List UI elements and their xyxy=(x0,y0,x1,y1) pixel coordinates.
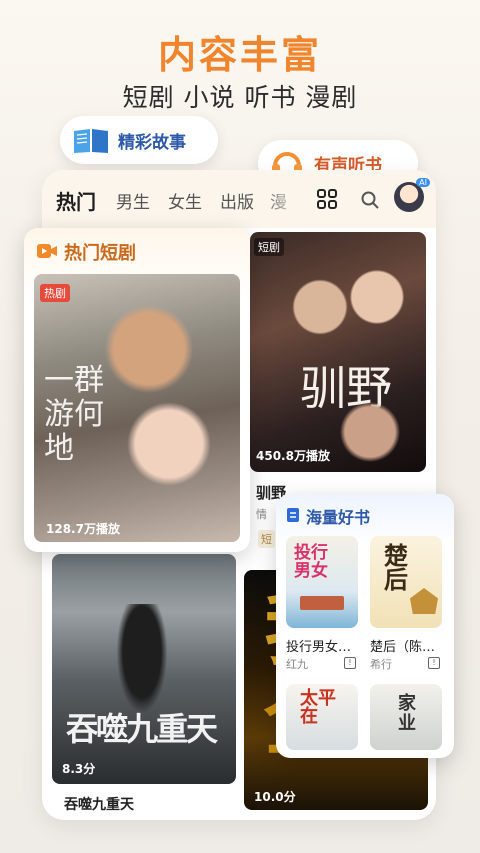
book-cover-1[interactable]: 投行 男女 xyxy=(286,536,358,628)
book-author-1: 红九 xyxy=(286,658,308,671)
hot-drama-title: 热门短剧 xyxy=(64,243,136,264)
tab-male[interactable]: 男生 xyxy=(116,188,150,213)
featured-tag: 热剧 xyxy=(40,284,70,302)
book-icon xyxy=(74,129,108,153)
books-card: 海量好书 投行 男女 投行男女… 红九 ! 楚后 楚后（陈… 希行 ! 太平在 家… xyxy=(276,494,454,758)
drama-poster-tunshi[interactable]: 吞噬九重天 8.3分 xyxy=(52,554,236,784)
drama-title-2: 吞噬九重天 xyxy=(64,797,134,813)
score-3: 10.0分 xyxy=(254,790,296,804)
featured-drama-poster[interactable]: 一群 游何地 热剧 128.7万播放 xyxy=(34,274,240,542)
search-icon[interactable] xyxy=(360,190,380,210)
apps-grid-icon[interactable] xyxy=(316,188,338,210)
score: 8.3分 xyxy=(62,762,96,776)
page-headline: 内容丰富 xyxy=(157,33,322,77)
book-list-icon xyxy=(287,508,299,522)
short-drama-tag: 短剧 xyxy=(254,238,284,256)
video-icon xyxy=(37,244,57,258)
tab-hot[interactable]: 热门 xyxy=(56,186,96,215)
tab-female[interactable]: 女生 xyxy=(168,188,202,213)
top-tab-bar: 热门 男生 女生 出版 漫 AI xyxy=(42,170,436,228)
books-title: 海量好书 xyxy=(306,508,371,527)
book-cover-4[interactable]: 家业 xyxy=(370,684,442,750)
tab-publish[interactable]: 出版 xyxy=(220,188,254,213)
drama-sub: 情 xyxy=(256,508,267,521)
book-cover-3[interactable]: 太平在 xyxy=(286,684,358,750)
page-subheadline: 短剧 小说 听书 漫剧 xyxy=(122,83,358,112)
play-count: 450.8万播放 xyxy=(256,449,330,463)
featured-play-count: 128.7万播放 xyxy=(46,522,120,536)
drama-poster-xunye[interactable]: 驯野 短剧 450.8万播放 xyxy=(250,232,426,472)
book-title-2: 楚后（陈… xyxy=(370,640,436,655)
book-icon-small[interactable]: ! xyxy=(344,657,356,669)
book-title-1: 投行男女… xyxy=(286,640,352,655)
stories-badge: 精彩故事 xyxy=(60,116,218,164)
book-cover-2[interactable]: 楚后 xyxy=(370,536,442,628)
stories-badge-label: 精彩故事 xyxy=(118,132,186,153)
hot-drama-card: 热门短剧 一群 游何地 热剧 128.7万播放 xyxy=(24,228,250,552)
drama-tag-2: 短 xyxy=(258,530,275,548)
book-icon-small[interactable]: ! xyxy=(428,657,440,669)
book-author-2: 希行 xyxy=(370,658,392,671)
ai-avatar[interactable]: AI xyxy=(394,178,430,212)
